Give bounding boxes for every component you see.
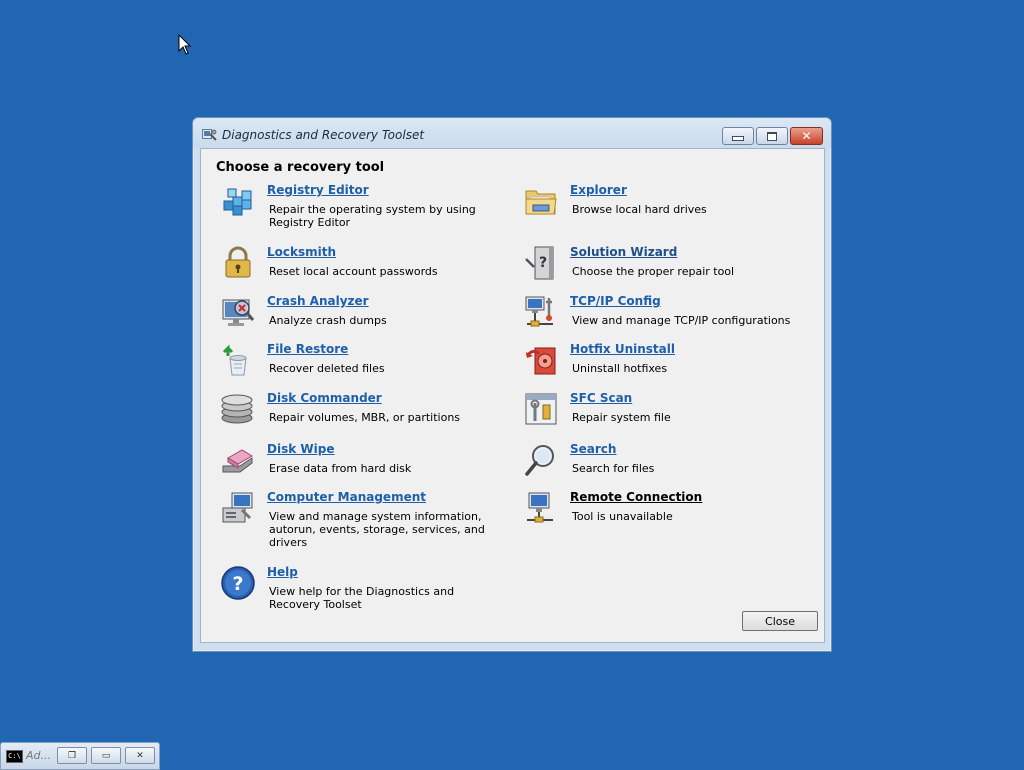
magnifier-icon xyxy=(525,445,554,476)
taskbar-restore-button[interactable]: ❐ xyxy=(57,747,87,764)
minimize-button[interactable] xyxy=(722,127,754,145)
file-restore-description: Recover deleted files xyxy=(269,362,385,375)
recovery-toolset-window: Diagnostics and Recovery Toolset ✕ Choos… xyxy=(192,117,832,652)
minimized-command-window[interactable]: C:\ Ad... ❐ ▭ ✕ xyxy=(0,742,160,770)
recycle-bin-icon xyxy=(222,344,247,376)
solution-wizard-description: Choose the proper repair tool xyxy=(572,265,735,278)
eraser-icon xyxy=(222,449,253,473)
disk-stack-icon xyxy=(221,394,253,424)
solution-wizard-link[interactable]: Solution Wizard xyxy=(570,245,677,259)
locksmith-description: Reset local account passwords xyxy=(269,265,438,278)
sfc-scan-description: Repair system file xyxy=(572,411,671,424)
restore-button[interactable] xyxy=(756,127,788,145)
locksmith-link[interactable]: Locksmith xyxy=(267,245,336,259)
help-icon: ? xyxy=(221,566,255,600)
computer-management-link[interactable]: Computer Management xyxy=(267,490,426,504)
minimized-window-title: Ad... xyxy=(26,749,51,762)
wizard-tower-icon: ? xyxy=(525,246,554,280)
hotfix-uninstall-description: Uninstall hotfixes xyxy=(572,362,668,375)
remote-computer-icon xyxy=(527,492,553,523)
taskbar-close-button[interactable]: ✕ xyxy=(125,747,155,764)
command-prompt-icon: C:\ xyxy=(6,750,23,763)
toolset-app-icon xyxy=(202,129,217,141)
help-description: View help for the Diagnostics and Recove… xyxy=(269,585,455,611)
crash-monitor-icon xyxy=(222,299,255,326)
taskbar-maximize-button[interactable]: ▭ xyxy=(91,747,121,764)
hotfix-uninstall-link[interactable]: Hotfix Uninstall xyxy=(570,342,675,356)
restore-icon xyxy=(767,131,777,141)
network-config-icon xyxy=(525,296,553,327)
disk-commander-link[interactable]: Disk Commander xyxy=(267,391,382,405)
minimize-icon xyxy=(732,136,744,141)
close-icon: ✕ xyxy=(801,129,812,143)
padlock-icon xyxy=(225,246,251,278)
title-bar[interactable]: Diagnostics and Recovery Toolset ✕ xyxy=(193,118,831,148)
maximize-icon: ▭ xyxy=(101,750,111,761)
folder-icon xyxy=(525,190,557,215)
sfc-scan-icon xyxy=(525,393,557,425)
disk-wipe-description: Erase data from hard disk xyxy=(269,462,412,475)
remote-connection-link[interactable]: Remote Connection xyxy=(570,490,702,504)
svg-text:?: ? xyxy=(539,255,547,271)
computer-management-icon xyxy=(222,492,253,523)
close-button[interactable]: Close xyxy=(742,611,818,631)
sfc-scan-link[interactable]: SFC Scan xyxy=(570,391,632,405)
search-link[interactable]: Search xyxy=(570,442,616,456)
explorer-description: Browse local hard drives xyxy=(572,203,707,216)
disk-wipe-link[interactable]: Disk Wipe xyxy=(267,442,334,456)
window-title: Diagnostics and Recovery Toolset xyxy=(222,128,425,142)
registry-editor-description: Repair the operating system by using Reg… xyxy=(269,203,476,229)
close-icon: ✕ xyxy=(136,750,144,761)
disk-commander-description: Repair volumes, MBR, or partitions xyxy=(269,411,461,424)
tcpip-config-description: View and manage TCP/IP configurations xyxy=(572,314,791,327)
explorer-link[interactable]: Explorer xyxy=(570,183,627,197)
tcpip-config-link[interactable]: TCP/IP Config xyxy=(570,294,661,308)
page-title: Choose a recovery tool xyxy=(216,160,385,175)
crash-analyzer-link[interactable]: Crash Analyzer xyxy=(267,294,369,308)
mouse-cursor-icon xyxy=(178,34,192,55)
crash-analyzer-description: Analyze crash dumps xyxy=(269,314,387,327)
computer-management-description: View and manage system information, auto… xyxy=(269,510,485,549)
search-description: Search for files xyxy=(572,462,655,475)
hotfix-icon xyxy=(525,347,556,375)
remote-connection-description: Tool is unavailable xyxy=(572,510,673,523)
file-restore-link[interactable]: File Restore xyxy=(267,342,348,356)
help-link[interactable]: Help xyxy=(267,565,298,579)
window-close-button[interactable]: ✕ xyxy=(790,127,823,145)
restore-icon: ❐ xyxy=(67,750,77,761)
svg-text:?: ? xyxy=(232,573,243,595)
registry-icon xyxy=(223,188,252,216)
registry-editor-link[interactable]: Registry Editor xyxy=(267,183,369,197)
tool-list-panel: Choose a recovery tool Registry Editor R… xyxy=(200,148,825,643)
